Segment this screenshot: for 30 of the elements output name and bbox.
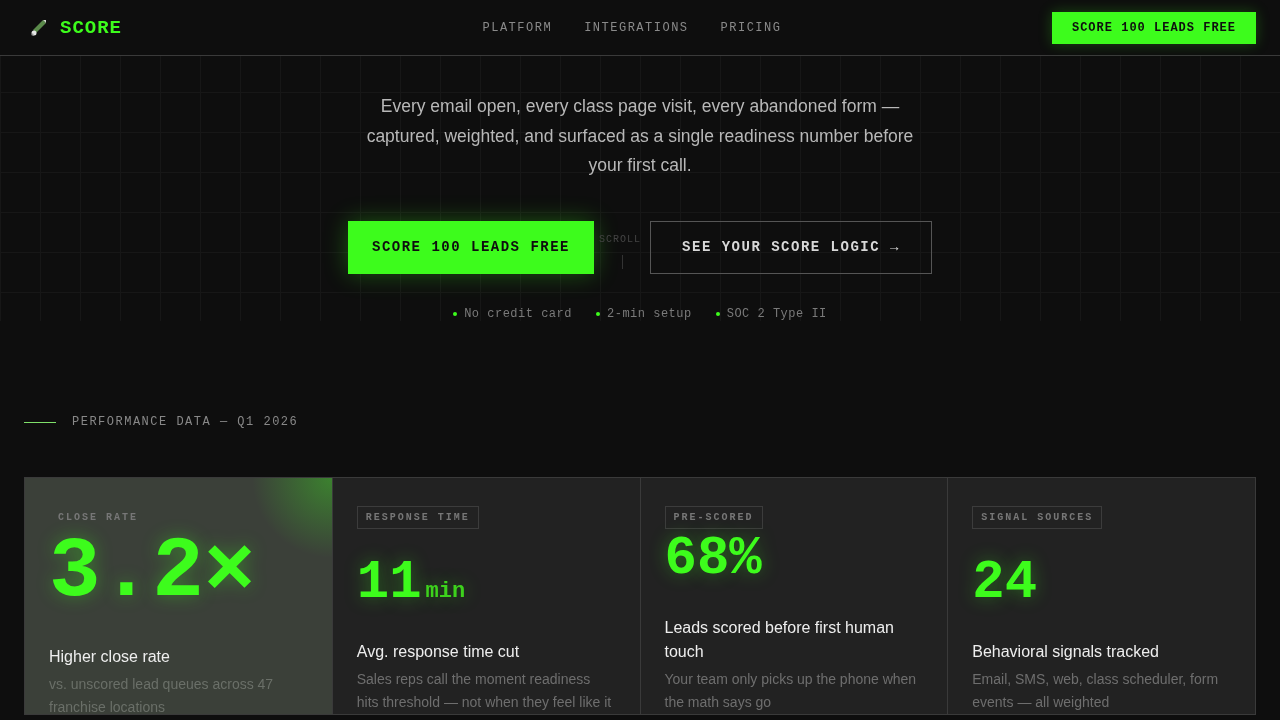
stat-description: Your team only picks up the phone when the math says go: [664, 670, 918, 712]
stat-value: 24: [972, 556, 1038, 610]
stat-value: 3.2×: [49, 529, 256, 615]
nav-link[interactable]: INTEGRATIONS: [584, 20, 689, 35]
brand-name[interactable]: SCORE: [60, 16, 122, 39]
stat-title: Behavioral signals tracked: [972, 642, 1160, 662]
nav-link[interactable]: PRICING: [720, 20, 782, 35]
stat-value: 11: [356, 556, 422, 610]
score-logic-button[interactable]: SEE YOUR SCORE LOGIC →: [650, 220, 932, 274]
feature-note: No credit card: [464, 306, 572, 321]
stat-label: RESPONSE TIME: [356, 506, 479, 529]
score-leads-button[interactable]: SCORE 100 LEADS FREE: [348, 220, 594, 274]
stat-description: Sales reps call the moment readiness hits threshold — not when they feel like it: [356, 670, 613, 712]
nav-link[interactable]: PLATFORM: [482, 20, 553, 35]
feature-note: SOC 2 Type II: [726, 306, 827, 321]
stat-description: Email, SMS, web, class scheduler, form events — all weighted: [972, 670, 1220, 712]
stat-title: Avg. response time cut: [356, 642, 521, 662]
bullet-icon: [715, 311, 720, 316]
stat-title: Higher close rate: [49, 647, 171, 667]
bullet-icon: [453, 311, 458, 316]
stat-title: Leads scored before first human touch: [664, 618, 895, 662]
cta-button[interactable]: SCORE 100 LEADS FREE: [1051, 11, 1256, 44]
stat-label: SIGNAL SOURCES: [972, 506, 1103, 529]
section-label: PERFORMANCE DATA — Q1 2026: [72, 415, 299, 429]
bullet-icon: [596, 311, 600, 316]
stat-unit: min: [425, 581, 466, 603]
feature-note: 2-min setup: [607, 306, 692, 321]
stat-label: CLOSE RATE: [57, 511, 139, 525]
stat-value: 68%: [664, 532, 762, 586]
hero-subtitle: Every email open, every class page visit, every abandoned form — captured, weighted, and surfaced as a single readiness number before your first call.: [365, 95, 915, 177]
